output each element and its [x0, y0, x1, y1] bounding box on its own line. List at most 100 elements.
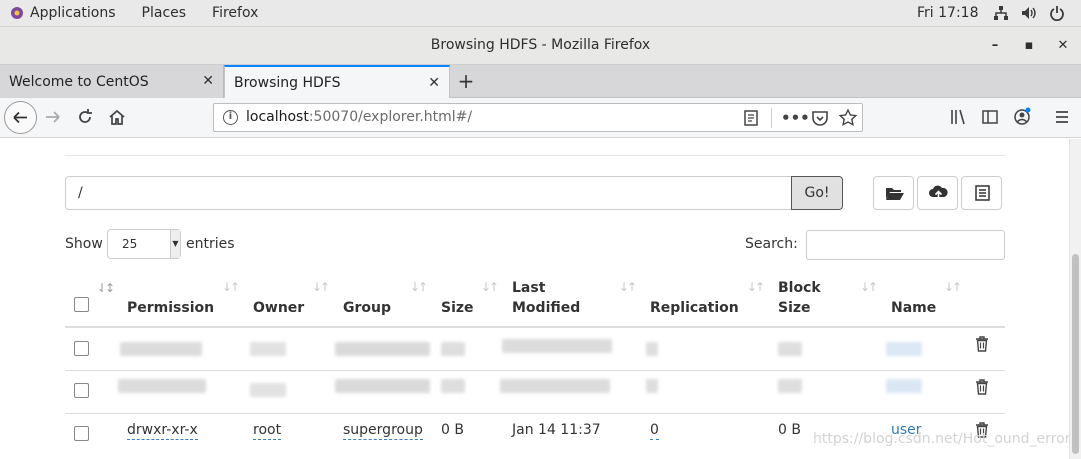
clock[interactable]: Fri 17:18	[917, 5, 978, 21]
sort-icon[interactable]: ⇃↕	[97, 281, 115, 295]
pocket-icon[interactable]	[810, 108, 830, 128]
site-info-icon[interactable]: i	[223, 110, 238, 125]
search-label: Search:	[745, 236, 798, 252]
arrow-left-icon	[13, 111, 27, 124]
redacted-replication	[646, 379, 658, 393]
redacted-size	[441, 342, 465, 356]
header-owner[interactable]: Owner	[253, 298, 304, 318]
row-divider	[65, 413, 1005, 414]
dropdown-arrow-icon: ▼	[170, 230, 180, 258]
header-group[interactable]: Group	[343, 298, 391, 318]
places-menu[interactable]: Places	[142, 5, 187, 21]
sort-icon[interactable]: ↓↑	[944, 280, 962, 294]
header-block-size-line2[interactable]: Size	[778, 298, 811, 318]
cell-replication[interactable]: 0	[650, 422, 659, 440]
cell-group[interactable]: supergroup	[343, 422, 423, 440]
trash-icon[interactable]	[975, 336, 989, 352]
reload-button[interactable]	[75, 107, 95, 127]
sort-icon[interactable]: ↓↑	[312, 280, 330, 294]
header-replication[interactable]: Replication	[650, 298, 739, 318]
cut-paste-button[interactable]	[961, 176, 1002, 210]
show-label: Show	[65, 236, 103, 252]
sort-icon[interactable]: ↓↑	[860, 280, 878, 294]
sort-icon[interactable]: ↓↑	[747, 280, 765, 294]
redacted-owner	[250, 342, 286, 356]
account-icon[interactable]	[1012, 107, 1032, 127]
library-icon[interactable]	[948, 107, 968, 127]
navigation-bar: i localhost:50070/explorer.html#/ •••	[0, 98, 1081, 138]
bookmark-star-icon[interactable]	[838, 108, 858, 128]
trash-icon[interactable]	[975, 379, 989, 395]
row-checkbox[interactable]	[74, 341, 89, 356]
redacted-modified	[500, 379, 610, 393]
redacted-block-size	[778, 342, 802, 356]
sort-icon[interactable]: ↓↑	[619, 280, 637, 294]
applications-menu[interactable]: Applications	[30, 5, 116, 21]
firefox-menu[interactable]: Firefox	[212, 5, 258, 21]
entries-label: entries	[186, 236, 235, 252]
url-text[interactable]: localhost:50070/explorer.html#/	[246, 109, 472, 125]
header-permission[interactable]: Permission	[127, 298, 214, 318]
go-button[interactable]: Go!	[791, 176, 843, 210]
hamburger-menu-icon[interactable]	[1052, 107, 1072, 127]
folder-open-icon	[886, 188, 904, 200]
row-checkbox[interactable]	[74, 426, 89, 441]
redacted-block-size	[778, 379, 802, 393]
cell-size: 0 B	[441, 422, 464, 438]
header-divider	[65, 155, 1005, 156]
header-last-modified-line1[interactable]: Last	[512, 278, 545, 298]
cell-block-size: 0 B	[778, 422, 801, 438]
redacted-replication	[646, 342, 658, 356]
volume-icon[interactable]	[1021, 5, 1037, 21]
scrollbar-thumb[interactable]	[1072, 254, 1079, 454]
close-tab-icon[interactable]: ✕	[428, 75, 440, 91]
url-bar[interactable]: i localhost:50070/explorer.html#/ •••	[213, 103, 863, 132]
forward-button[interactable]	[43, 107, 63, 127]
maximize-button[interactable]: ▪	[1020, 37, 1038, 55]
tab-strip: Welcome to CentOS ✕ Browsing HDFS ✕ +	[0, 65, 1081, 99]
header-last-modified-line2[interactable]: Modified	[512, 298, 580, 318]
reader-view-icon[interactable]	[741, 108, 761, 128]
url-bar-separator	[771, 108, 772, 128]
close-tab-icon[interactable]: ✕	[202, 73, 214, 89]
cloud-upload-icon	[929, 185, 948, 200]
applications-icon	[11, 7, 23, 19]
create-directory-button[interactable]	[873, 176, 914, 210]
tab-welcome-centos[interactable]: Welcome to CentOS ✕	[0, 65, 224, 98]
new-tab-button[interactable]: +	[455, 70, 477, 92]
row-checkbox[interactable]	[74, 383, 89, 398]
search-input[interactable]	[806, 230, 1005, 260]
cell-owner[interactable]: root	[253, 422, 282, 440]
sort-icon[interactable]: ↓↑	[410, 280, 428, 294]
header-name[interactable]: Name	[891, 298, 936, 318]
redacted-size	[441, 379, 465, 393]
window-title: Browsing HDFS - Mozilla Firefox	[430, 37, 651, 53]
redacted-name	[886, 342, 922, 356]
window-title-bar[interactable]: Browsing HDFS - Mozilla Firefox – ▪ ✕	[0, 27, 1081, 65]
page-scrollbar[interactable]	[1069, 139, 1081, 459]
tab-browsing-hdfs[interactable]: Browsing HDFS ✕	[224, 65, 450, 99]
power-icon[interactable]	[1049, 5, 1065, 21]
redacted-group	[335, 379, 430, 393]
back-button[interactable]	[4, 101, 37, 134]
select-all-checkbox[interactable]	[74, 297, 89, 312]
minimize-button[interactable]: –	[986, 37, 1004, 55]
directory-path-input[interactable]: /	[65, 176, 792, 210]
sort-icon[interactable]: ↓↑	[222, 280, 240, 294]
system-top-bar: Applications Places Firefox Fri 17:18	[0, 0, 1081, 27]
network-icon[interactable]	[993, 5, 1009, 21]
redacted-owner	[250, 383, 286, 397]
redacted-group	[335, 342, 430, 356]
cell-last-modified: Jan 14 11:37	[512, 422, 601, 438]
home-button[interactable]	[107, 107, 127, 127]
header-size[interactable]: Size	[441, 298, 474, 318]
sort-icon[interactable]: ↓↑	[481, 280, 499, 294]
cell-permission[interactable]: drwxr-xr-x	[127, 422, 198, 440]
sidebar-icon[interactable]	[980, 107, 1000, 127]
page-actions-icon[interactable]: •••	[781, 108, 810, 128]
entries-value: 25	[122, 237, 138, 251]
upload-files-button[interactable]	[917, 176, 958, 210]
header-block-size-line1[interactable]: Block	[778, 278, 821, 298]
entries-per-page-select[interactable]: 25 ▼	[107, 229, 181, 259]
close-window-button[interactable]: ✕	[1054, 37, 1072, 55]
